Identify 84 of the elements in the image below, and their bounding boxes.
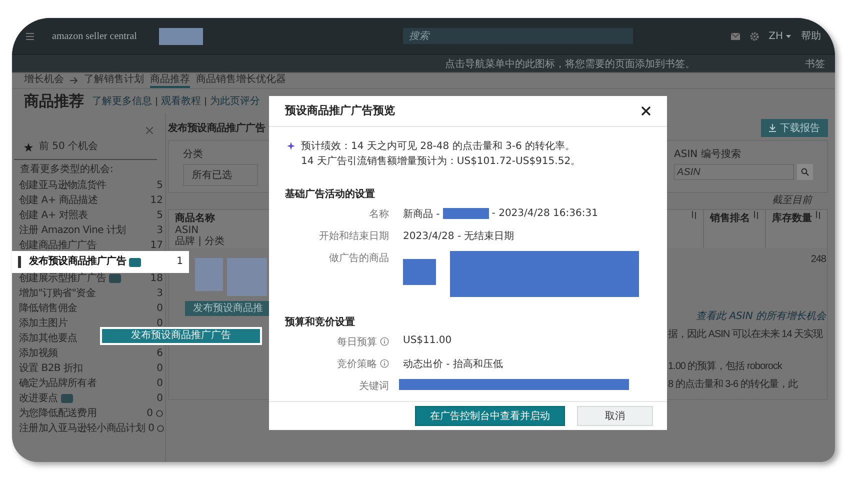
sidebar-item[interactable]: 改进要点 — [19, 394, 58, 404]
page-title: 商品推荐 — [24, 92, 84, 110]
item-count: 12 — [150, 196, 163, 206]
item-count: 3 — [156, 226, 163, 236]
top-opportunities-link[interactable]: 前 50 个机会 — [39, 141, 98, 153]
page-link[interactable]: 为此页评分 — [210, 94, 260, 108]
setting-label: 每日预算 — [337, 336, 377, 349]
item-count: 3 — [156, 288, 163, 298]
growth-link[interactable]: 查看此 ASIN 的所有增长机会 — [696, 309, 826, 323]
sidebar-item[interactable]: 创建 A+ 对照表 — [19, 210, 88, 220]
description-text: 8 的点击量和 3-6 的转化量，此 — [668, 378, 798, 391]
notice-text: 点击导航菜单中的此图标，将您需要的页面添加到书签。 — [445, 58, 695, 70]
section-title: 发布预设商品推广广告 — [168, 121, 266, 135]
item-count: 1 — [176, 257, 183, 267]
sidebar-item[interactable]: 确定为品牌所有者 — [19, 378, 97, 388]
sidebar-item[interactable]: 注册 Amazon Vine 计划 — [19, 226, 126, 236]
as-of-note: 截至目前 — [772, 196, 812, 206]
search-field[interactable]: 搜索 — [402, 28, 633, 44]
sidebar-item[interactable]: 添加视频 — [19, 348, 58, 358]
estimate-text: 预计绩效：14 天之内可见 28-48 的点击量和 3-6 的转化率。 — [301, 140, 576, 154]
column-subheader: ASIN — [175, 225, 199, 236]
stock-count: 248 — [810, 254, 826, 265]
section-heading: 预算和竞价设置 — [285, 315, 355, 329]
sidebar-item[interactable]: 创建商品推广广告 — [19, 240, 97, 250]
field-label: ASIN 编号搜索 — [674, 148, 741, 161]
sidebar-item[interactable]: 增加"订购省"资金 — [19, 288, 96, 298]
sidebar-item[interactable]: 为您降低配送费用 — [19, 408, 97, 418]
sidebar-item[interactable]: 创建亚马逊物流货件 — [19, 180, 106, 190]
setting-value: 动态出价 - 抬高和压低 — [403, 358, 503, 371]
item-count: 0 — [146, 408, 153, 418]
setting-value: 2023/4/28 - 无结束日期 — [403, 230, 514, 243]
setting-label: 名称 — [369, 208, 389, 221]
category-select[interactable]: 所有已选 — [183, 164, 258, 186]
item-count: 0 — [156, 364, 163, 374]
setting-label: 开始和结束日期 — [319, 230, 389, 243]
setting-label: 竞价策略 — [337, 358, 377, 371]
item-count: 0 — [148, 424, 154, 434]
column-header[interactable]: 库存数量 — [772, 211, 812, 225]
language-selector[interactable]: ZH — [768, 30, 791, 42]
sidebar-item[interactable]: 创建展示型推广广告 — [19, 274, 106, 284]
help-link[interactable]: 帮助 — [801, 29, 821, 43]
breadcrumb-item[interactable]: 了解销售计划 — [84, 74, 144, 88]
sidebar-item[interactable]: 发布预设商品推广广告 — [29, 257, 126, 267]
page-link[interactable]: 观看教程 — [161, 94, 201, 108]
field-label: 分类 — [183, 148, 203, 161]
item-count: 0 — [156, 318, 163, 328]
sidebar-item[interactable]: 设置 B2B 折扣 — [19, 364, 83, 374]
setting-value: US$11.00 — [403, 334, 452, 346]
estimate-text: 14 天广告引流销售额增量预计为：US$101.72-US$915.52。 — [301, 154, 581, 169]
item-count: 17 — [150, 240, 163, 250]
item-count: 0 — [156, 378, 163, 388]
description-text: 据，因此 ASIN 可以在未来 14 天实现 — [668, 328, 823, 341]
breadcrumb-item[interactable]: 商品推荐 — [150, 74, 190, 88]
sidebar-item[interactable]: 降低销售佣金 — [19, 304, 78, 314]
sidebar-item[interactable]: 注册加入亚马逊轻小商品计划 — [19, 424, 146, 434]
column-header[interactable]: 销售排名 — [710, 211, 750, 225]
column-subheader: 品牌 | 分类 — [175, 236, 225, 247]
launch-button[interactable]: 在广告控制台中查看并启动 — [415, 406, 565, 426]
item-count: 5 — [156, 180, 163, 190]
cancel-button[interactable]: 取消 — [577, 406, 653, 426]
description-text: 1.00 的预算，包括 roborock — [668, 360, 782, 373]
item-count: 6 — [156, 348, 163, 358]
item-count: 18 — [150, 274, 163, 284]
publish-ad-button[interactable]: 发布预设商品推广广告 — [102, 329, 260, 343]
name-suffix: - 2023/4/28 16:36:31 — [492, 208, 598, 220]
breadcrumb-item[interactable]: 增长机会 — [24, 74, 64, 88]
setting-label: 关键词 — [359, 380, 389, 393]
setting-label: 做广告的商品 — [329, 252, 389, 265]
item-count: 0 — [156, 394, 163, 404]
sidebar-item[interactable]: 添加主图片 — [19, 318, 68, 328]
sidebar-item[interactable]: 添加其他要点 — [19, 334, 78, 344]
item-count: 5 — [156, 210, 163, 220]
name-prefix: 新商品 - — [403, 208, 440, 221]
bookmark-link[interactable]: 书签 — [805, 56, 825, 70]
page-link[interactable]: 了解更多信息 — [92, 94, 152, 108]
sidebar-heading: 查看更多类型的机会: — [19, 162, 114, 177]
logo[interactable]: amazon seller central — [52, 30, 137, 42]
dialog-title: 预设商品推广广告预览 — [285, 103, 395, 118]
section-heading: 基础广告活动的设置 — [285, 187, 375, 201]
column-header[interactable]: 商品名称 — [175, 211, 215, 225]
item-count: 0 — [156, 304, 163, 314]
sidebar-item[interactable]: 创建 A+ 商品描述 — [19, 196, 98, 206]
download-button[interactable]: 下载报告 — [761, 119, 828, 137]
breadcrumb-item[interactable]: 商品销售增长优化器 — [196, 74, 286, 88]
